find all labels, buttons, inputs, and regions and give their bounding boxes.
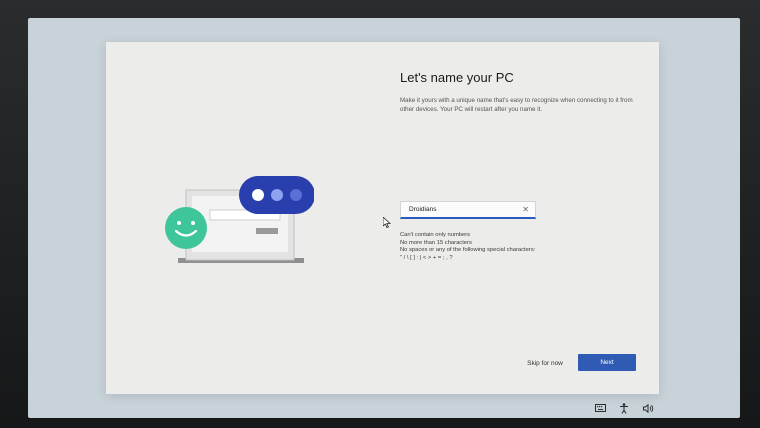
smiley-eye-left bbox=[177, 221, 181, 225]
skip-for-now-button[interactable]: Skip for now bbox=[523, 355, 567, 371]
close-icon[interactable]: ✕ bbox=[522, 205, 529, 214]
keyboard-icon[interactable] bbox=[594, 403, 606, 413]
page-description: Make it yours with a unique name that's … bbox=[400, 97, 633, 113]
pc-name-input[interactable]: Droidians ✕ bbox=[400, 201, 536, 219]
mouse-pointer-icon bbox=[383, 217, 391, 228]
system-tray bbox=[594, 402, 654, 414]
pc-name-value[interactable]: Droidians bbox=[409, 206, 522, 213]
page-title: Let's name your PC bbox=[400, 70, 514, 85]
monitor-bezel: Let's name your PC Make it yours with a … bbox=[0, 0, 760, 428]
chat-dot-2 bbox=[271, 189, 283, 201]
name-rules: Can't contain only numbers No more than … bbox=[400, 232, 535, 262]
dialog-button bbox=[256, 228, 278, 234]
illustration-laptop-chat bbox=[165, 176, 314, 263]
chat-dot-3 bbox=[290, 189, 302, 201]
setup-card: Let's name your PC Make it yours with a … bbox=[106, 42, 659, 394]
accessibility-icon[interactable] bbox=[618, 402, 630, 414]
rule-item: " / \ [ ] : | < > + = ; , ? bbox=[400, 254, 453, 261]
volume-icon[interactable] bbox=[642, 403, 654, 413]
next-button[interactable]: Next bbox=[578, 354, 636, 371]
screen: Let's name your PC Make it yours with a … bbox=[28, 18, 740, 418]
smiley-eye-right bbox=[191, 221, 195, 225]
smiley-face-icon bbox=[165, 207, 207, 249]
rule-item: Can't contain only numbers bbox=[400, 232, 471, 238]
chat-dot-1 bbox=[252, 189, 264, 201]
rule-item: No spaces or any of the following specia… bbox=[400, 247, 536, 254]
rule-item: No more than 15 characters bbox=[400, 239, 472, 246]
